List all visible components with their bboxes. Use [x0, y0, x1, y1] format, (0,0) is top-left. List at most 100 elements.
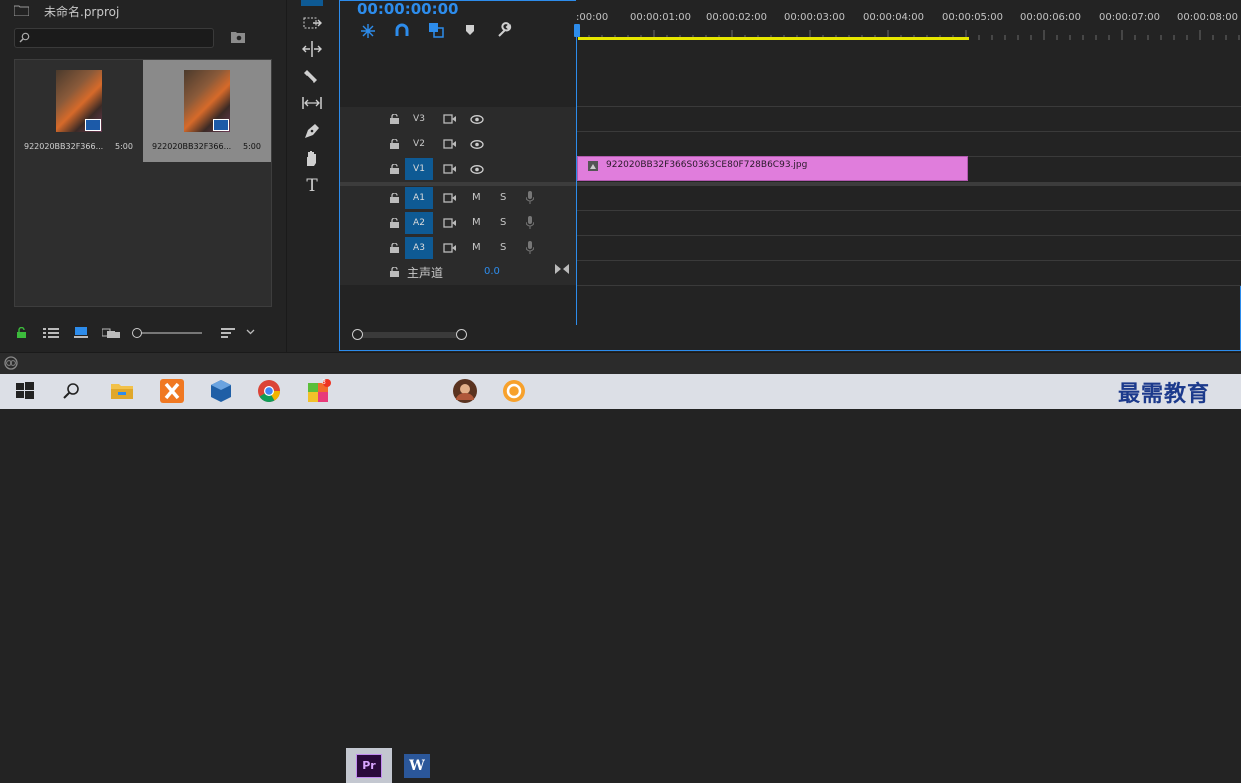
ruler-label: 00:00:01:00 — [630, 12, 692, 23]
icon-view-icon[interactable] — [74, 326, 88, 338]
app-store-icon[interactable] — [306, 378, 332, 404]
lock-icon[interactable] — [390, 114, 399, 124]
solo-button[interactable]: S — [500, 242, 506, 253]
lock-icon[interactable] — [390, 164, 399, 174]
timeline-scroll-row — [340, 322, 1240, 350]
ruler-label: 00:00:02:00 — [706, 12, 768, 23]
track-select-forward-icon[interactable] — [301, 14, 323, 32]
track-label-a2[interactable]: A2 — [405, 212, 433, 234]
lock-icon[interactable] — [390, 243, 399, 253]
project-item-name: 922020BB32F366... — [24, 142, 104, 151]
timecode-display[interactable]: 00:00:00:00 — [357, 0, 459, 18]
sync-lock-icon[interactable] — [443, 164, 457, 174]
watermark: 最需教育 — [1118, 381, 1211, 407]
ruler-label: :00:00 — [576, 12, 609, 23]
search-icon[interactable] — [58, 378, 84, 404]
premiere-pro-icon[interactable]: Pr — [356, 754, 382, 778]
creative-cloud-icon[interactable] — [4, 356, 18, 370]
project-title: 未命名.prproj — [44, 5, 120, 19]
playhead-handle[interactable] — [574, 24, 580, 37]
sync-lock-icon[interactable] — [443, 139, 457, 149]
snap-icon[interactable] — [394, 23, 410, 37]
list-view-icon[interactable] — [43, 327, 59, 338]
new-bin-from-search-icon[interactable] — [230, 30, 246, 44]
sync-lock-icon[interactable] — [443, 193, 457, 203]
ripple-edit-icon[interactable] — [301, 40, 323, 58]
pen-icon[interactable] — [301, 122, 323, 140]
scrollbar-right-handle[interactable] — [456, 329, 467, 340]
scrollbar-left-handle[interactable] — [352, 329, 363, 340]
solo-button[interactable]: S — [500, 192, 506, 203]
sort-icons-icon[interactable] — [221, 327, 235, 338]
mute-button[interactable]: M — [472, 217, 481, 228]
freeform-view-icon[interactable] — [102, 327, 120, 338]
track-divider — [576, 106, 1241, 107]
slip-icon[interactable] — [301, 94, 323, 112]
track-label-a1[interactable]: A1 — [405, 187, 433, 209]
solo-button[interactable]: S — [500, 217, 506, 228]
virtualbox-icon[interactable] — [208, 378, 234, 404]
lock-icon[interactable] — [390, 193, 399, 203]
header-blank — [340, 285, 576, 322]
word-icon[interactable]: W — [404, 754, 430, 778]
sync-lock-icon[interactable] — [443, 243, 457, 253]
timeline-settings-wrench-icon[interactable] — [496, 22, 512, 38]
file-explorer-icon[interactable] — [109, 378, 135, 404]
chevron-down-icon[interactable] — [246, 329, 255, 335]
type-icon[interactable]: T — [301, 177, 323, 195]
mute-button[interactable]: M — [472, 242, 481, 253]
ruler-label: 00:00:03:00 — [784, 12, 846, 23]
add-marker-icon[interactable] — [465, 24, 475, 36]
timeline-zoom-scrollbar[interactable] — [352, 329, 467, 340]
selection-tool-button[interactable] — [301, 0, 323, 6]
project-item-selected[interactable]: 922020BB32F366... 5:00 — [143, 60, 271, 162]
project-item[interactable]: 922020BB32F366... 5:00 — [15, 60, 143, 162]
track-divider — [576, 235, 1241, 236]
project-items-grid: 922020BB32F366... 5:00 922020BB32F366...… — [14, 59, 272, 307]
chrome-icon[interactable] — [256, 378, 282, 404]
windows-taskbar: 3 Pr W — [0, 374, 1241, 783]
thumbnail-image — [56, 70, 102, 132]
fx-badge-icon — [588, 161, 598, 171]
clip-name: 922020BB32F366S0363CE80F728B6C93.jpg — [606, 160, 808, 170]
project-item-name: 922020BB32F366... — [152, 142, 232, 151]
master-volume-value[interactable]: 0.0 — [484, 266, 500, 277]
razor-icon[interactable] — [301, 67, 323, 85]
ball-app-icon[interactable] — [501, 378, 527, 404]
project-item-duration: 5:00 — [115, 142, 133, 151]
hand-icon[interactable] — [301, 149, 323, 167]
eye-icon[interactable] — [470, 115, 484, 124]
zoom-slider-handle[interactable] — [132, 328, 142, 338]
track-label-v1[interactable]: V1 — [405, 158, 433, 180]
track-headers — [340, 107, 576, 285]
ruler-label: 00:00:08:00 — [1177, 12, 1239, 23]
track-label-a3[interactable]: A3 — [405, 237, 433, 259]
track-divider — [576, 210, 1241, 211]
lock-open-icon[interactable] — [16, 327, 27, 338]
xampp-icon[interactable] — [159, 378, 185, 404]
mute-button[interactable]: M — [472, 192, 481, 203]
linked-selection-icon[interactable] — [428, 22, 444, 38]
lock-icon[interactable] — [390, 218, 399, 228]
lock-icon[interactable] — [390, 267, 399, 277]
eye-icon[interactable] — [470, 140, 484, 149]
voice-over-mic-icon[interactable] — [526, 241, 534, 254]
voice-over-mic-icon[interactable] — [526, 216, 534, 229]
playhead[interactable] — [576, 25, 577, 325]
track-label-v3[interactable]: V3 — [405, 108, 433, 130]
sync-lock-icon[interactable] — [443, 114, 457, 124]
go-to-in-out-icon[interactable] — [555, 264, 569, 274]
eye-icon[interactable] — [470, 165, 484, 174]
tools-panel: T — [286, 0, 337, 352]
project-search-input[interactable] — [14, 28, 214, 48]
notification-badge: 3 — [322, 379, 326, 386]
avatar-app-icon[interactable] — [452, 378, 478, 404]
windows-start-icon[interactable] — [12, 378, 38, 404]
zoom-slider[interactable] — [132, 328, 202, 338]
voice-over-mic-icon[interactable] — [526, 191, 534, 204]
lock-icon[interactable] — [390, 139, 399, 149]
sync-lock-icon[interactable] — [443, 218, 457, 228]
track-label-v2[interactable]: V2 — [405, 133, 433, 155]
ruler-label: 00:00:06:00 — [1020, 12, 1082, 23]
nest-sequence-icon[interactable] — [360, 23, 376, 39]
